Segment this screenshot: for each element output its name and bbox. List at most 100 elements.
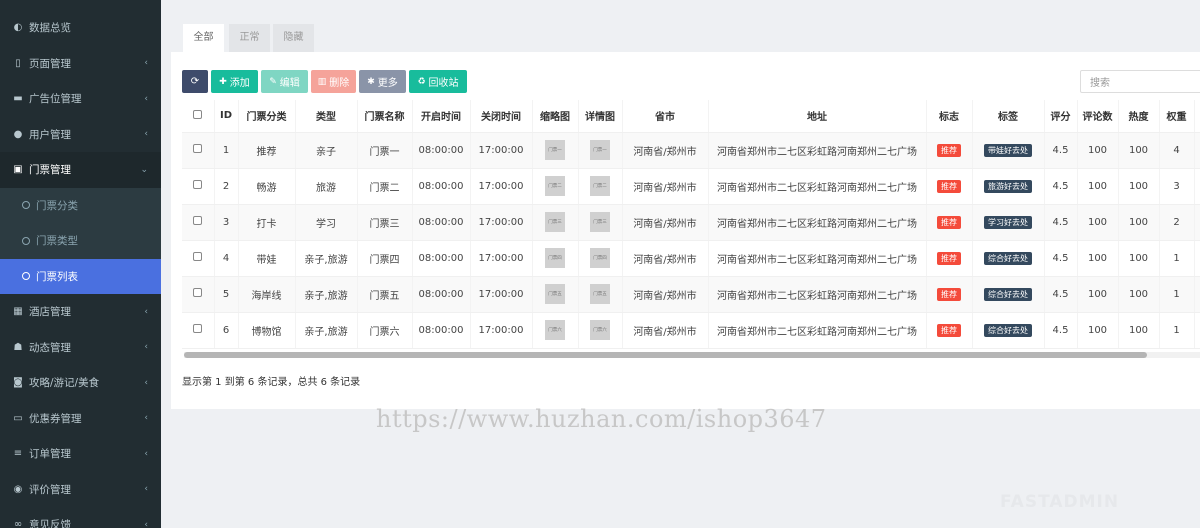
row-checkbox[interactable]: [193, 180, 203, 189]
table-row[interactable]: 6 博物馆 亲子,旅游 门票六 08:00:00 17:00:00 门票六 门票六 河南省/郑州…: [182, 312, 1200, 349]
column-header[interactable]: 开启时间: [412, 100, 471, 133]
sidebar-item[interactable]: ◐ 数据总览: [0, 10, 161, 46]
sidebar-item[interactable]: ● 用户管理 ‹: [0, 117, 161, 153]
cell-score: 4.5: [1044, 240, 1078, 277]
chevron-left-icon: ‹: [144, 93, 148, 104]
cell-region: 河南省/郑州市: [622, 204, 709, 241]
horizontal-scrollbar[interactable]: [184, 352, 1200, 358]
cell-type: 亲子,旅游: [295, 312, 358, 349]
column-header[interactable]: 评分: [1044, 100, 1078, 133]
table-row[interactable]: 5 海岸线 亲子,旅游 门票五 08:00:00 17:00:00 门票五 门票五 河南省/郑州…: [182, 276, 1200, 313]
cell-open: 08:00:00: [412, 168, 471, 205]
thumbnail-image[interactable]: 门票二: [545, 176, 565, 196]
sidebar-item[interactable]: ☗ 动态管理 ‹: [0, 330, 161, 366]
thumbnail-image[interactable]: 门票三: [545, 212, 565, 232]
recycle-bin-button[interactable]: ♻ 回收站: [409, 70, 467, 93]
table-row[interactable]: 1 推荐 亲子 门票一 08:00:00 17:00:00 门票一 门票一 河南省/郑州市 河南省…: [182, 132, 1200, 169]
search-input[interactable]: 搜索: [1080, 70, 1200, 93]
row-checkbox[interactable]: [193, 324, 203, 333]
column-header[interactable]: 评论数: [1077, 100, 1119, 133]
cell-id: 3: [214, 204, 239, 241]
thumbnail-image[interactable]: 门票六: [545, 320, 565, 340]
add-label: 添加: [229, 78, 250, 89]
cell-open: 08:00:00: [412, 312, 471, 349]
sidebar-item[interactable]: ∞ 意见反馈 ‹: [0, 507, 161, 528]
sidebar-item[interactable]: ▦ 酒店管理 ‹: [0, 294, 161, 330]
column-header[interactable]: 门票分类: [238, 100, 296, 133]
sidebar-menu: ◐ 数据总览 ▯ 页面管理 ‹ ▬ 广告位管理 ‹ ● 用户管理 ‹ ▣ 门票管理 ⌄ 门票分类 门票类型 门票…: [0, 10, 161, 528]
sidebar-item[interactable]: ◉ 评价管理 ‹: [0, 472, 161, 508]
cell-close: 17:00:00: [470, 240, 533, 277]
tab-hidden[interactable]: 隐藏: [273, 24, 314, 52]
scrollbar-thumb[interactable]: [184, 352, 1147, 358]
brand-logo: FASTADMIN: [1000, 492, 1120, 512]
tag-cell: 学习好去处: [972, 204, 1045, 241]
cell-score: 4.5: [1044, 132, 1078, 169]
cell-score: 4.5: [1044, 312, 1078, 349]
sidebar-item-label: 门票管理: [29, 164, 71, 177]
cell-comments: 100: [1077, 276, 1119, 313]
column-header[interactable]: 热度: [1118, 100, 1160, 133]
detail-image[interactable]: 门票三: [590, 212, 610, 232]
tab-all[interactable]: 全部: [183, 24, 224, 52]
row-checkbox[interactable]: [193, 288, 203, 297]
more-button[interactable]: ✱ 更多: [359, 70, 406, 93]
table-row[interactable]: 3 打卡 学习 门票三 08:00:00 17:00:00 门票三 门票三 河南省/郑州市 河南省…: [182, 204, 1200, 241]
column-header[interactable]: 权重: [1159, 100, 1195, 133]
cell-comments: 100: [1077, 240, 1119, 277]
pencil-icon: ✎: [269, 76, 277, 87]
cell-region: 河南省/郑州市: [622, 168, 709, 205]
sidebar-item[interactable]: ▭ 优惠券管理 ‹: [0, 401, 161, 437]
row-checkbox-cell: [182, 132, 215, 169]
column-header[interactable]: 类型: [295, 100, 358, 133]
delete-button[interactable]: ▥ 删除: [311, 70, 356, 93]
select-all-checkbox[interactable]: [193, 109, 203, 119]
cell-heat: 100: [1118, 312, 1160, 349]
thumbnail-image[interactable]: 门票一: [545, 140, 565, 160]
sidebar-item[interactable]: ▬ 广告位管理 ‹: [0, 81, 161, 117]
sidebar-subitem[interactable]: 门票类型: [0, 223, 161, 259]
column-header[interactable]: 标签: [972, 100, 1045, 133]
column-header[interactable]: 缩略图: [532, 100, 579, 133]
column-header[interactable]: 详情图: [578, 100, 623, 133]
sidebar-subitem[interactable]: 门票列表: [0, 258, 161, 294]
cell-id: 4: [214, 240, 239, 277]
column-header[interactable]: ID: [214, 100, 239, 133]
tab-normal[interactable]: 正常: [229, 24, 270, 52]
circle-icon: [22, 201, 30, 210]
detail-image[interactable]: 门票五: [590, 284, 610, 304]
sidebar-item[interactable]: ≡ 订单管理 ‹: [0, 436, 161, 472]
cell-address: 河南省郑州市二七区彩虹路河南郑州二七广场: [708, 132, 927, 169]
tag-cell: 综合好去处: [972, 312, 1045, 349]
column-header[interactable]: 省市: [622, 100, 709, 133]
thumbnail-image[interactable]: 门票四: [545, 248, 565, 268]
cell-overflow: [1194, 240, 1200, 277]
cell-open: 08:00:00: [412, 276, 471, 313]
sidebar-item[interactable]: ▯ 页面管理 ‹: [0, 46, 161, 82]
table-row[interactable]: 4 带娃 亲子,旅游 门票四 08:00:00 17:00:00 门票四 门票四 河南省/郑州市…: [182, 240, 1200, 277]
column-header[interactable]: 门票名称: [357, 100, 413, 133]
add-button[interactable]: ✚ 添加: [211, 70, 258, 93]
row-checkbox[interactable]: [193, 252, 203, 261]
edit-button[interactable]: ✎ 编辑: [261, 70, 308, 93]
detail-image[interactable]: 门票一: [590, 140, 610, 160]
detail-image[interactable]: 门票六: [590, 320, 610, 340]
column-header[interactable]: 标志: [926, 100, 973, 133]
table-row[interactable]: 2 畅游 旅游 门票二 08:00:00 17:00:00 门票二 门票二 河南省/郑州市 河南省…: [182, 168, 1200, 205]
sidebar-item[interactable]: ▣ 门票管理 ⌄: [0, 152, 161, 188]
row-checkbox[interactable]: [193, 144, 203, 153]
sidebar-item[interactable]: ◙ 攻略/游记/美食 ‹: [0, 365, 161, 401]
delete-label: 删除: [329, 78, 350, 89]
refresh-button[interactable]: ⟳: [182, 70, 208, 93]
cell-region: 河南省/郑州市: [622, 132, 709, 169]
detail-image[interactable]: 门票二: [590, 176, 610, 196]
column-header[interactable]: 地址: [708, 100, 927, 133]
column-header-overflow: [1194, 100, 1200, 133]
thumbnail-image[interactable]: 门票五: [545, 284, 565, 304]
row-checkbox[interactable]: [193, 216, 203, 225]
sidebar-subitem[interactable]: 门票分类: [0, 187, 161, 223]
column-header[interactable]: 关闭时间: [470, 100, 533, 133]
sidebar-item-label: 优惠券管理: [29, 412, 82, 425]
detail-image[interactable]: 门票四: [590, 248, 610, 268]
cell-comments: 100: [1077, 312, 1119, 349]
